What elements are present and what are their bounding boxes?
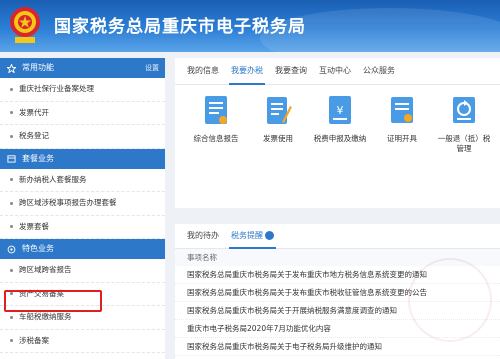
main-tabs: 我的信息 我要办税 我要查询 互动中心 公众服务 [175,58,500,85]
tab-public-service[interactable]: 公众服务 [357,58,401,84]
highlight-annotation [4,290,102,312]
service-label: 证明开具 [387,134,417,143]
sidebar-item-new-taxpayer[interactable]: 新办纳税人套餐服务 [0,169,165,192]
tab-tax-reminder[interactable]: 税务提醒 [225,224,280,249]
bullet-icon [10,178,13,181]
main-service-panel: 我的信息 我要办税 我要查询 互动中心 公众服务 综合信息报告 发票使用 ¥ 税… [175,58,500,208]
site-title: 国家税务总局重庆市电子税务局 [54,17,306,37]
certificate-icon [391,97,413,123]
bullet-icon [10,268,13,272]
service-label: 发票使用 [263,134,293,143]
bullet-icon [10,111,13,114]
site-header: 国家税务总局重庆市电子税务局 [0,0,500,52]
sidebar-item-label: 税务登记 [19,131,49,140]
star-icon [6,63,16,73]
bullet-icon [10,134,13,138]
watermark-stamp [408,258,492,342]
tab-tax-handling[interactable]: 我要办税 [225,58,269,85]
service-certificate[interactable]: 证明开具 [373,94,431,144]
service-invoice-use[interactable]: 发票使用 [249,94,307,144]
sidebar-item-label: 新办纳税人套餐服务 [19,174,87,184]
sidebar-item-tax-filing[interactable]: 涉税备案 [0,330,165,353]
section-title: 套餐业务 [22,153,54,163]
section-title: 常用功能 [22,63,54,72]
tab-label: 税务提醒 [231,231,263,240]
tax-emblem-icon [10,7,40,43]
sidebar-item-invoice-issue[interactable]: 发票代开 [0,102,165,125]
tab-interaction[interactable]: 互动中心 [313,58,357,84]
invoice-pen-icon [267,97,292,124]
bottom-tabs: 我的待办 税务提醒 [175,224,500,249]
sidebar-item-invoice-package[interactable]: 发票套餐 [0,216,165,239]
special-icon [6,244,16,254]
tab-my-info[interactable]: 我的信息 [181,58,225,84]
tab-my-todo[interactable]: 我的待办 [181,224,225,248]
bullet-icon [10,225,13,228]
section-package-services[interactable]: 套餐业务 [0,148,165,169]
document-list-icon [205,96,227,124]
section-special-services[interactable]: 特色业务 [0,239,165,259]
service-label: 综合信息报告 [193,134,239,143]
sidebar-item-label: 发票套餐 [19,221,49,231]
notification-badge [265,231,274,240]
tax-declare-icon: ¥ [329,96,351,124]
service-tax-declare[interactable]: ¥ 税费申报及缴纳 [311,94,369,144]
settings-link[interactable]: 设置 [145,58,159,78]
package-icon [6,154,16,164]
tab-query[interactable]: 我要查询 [269,58,313,84]
sidebar-item-label: 发票代开 [19,107,49,117]
refund-icon [453,97,475,123]
section-title: 特色业务 [22,244,54,253]
service-label: 一般退（抵）税管理 [437,134,491,153]
todo-reminder-panel: 我的待办 税务提醒 事项名称 国家税务总局重庆市税务局关于发布重庆市地方税务信息… [175,224,500,359]
left-sidebar: 常用功能 设置 重庆社保行业备案处理 发票代开 税务登记 套餐业务 新办纳税人套… [0,58,165,359]
sidebar-item-cross-province[interactable]: 跨区域跨省报告 [0,259,165,283]
sidebar-item-label: 跨区域涉税事项报告办理套餐 [19,198,117,207]
sidebar-item-cross-region[interactable]: 跨区域涉税事项报告办理套餐 [0,192,165,216]
sidebar-item-label: 涉税备案 [19,335,49,345]
sidebar-item-tax-registration[interactable]: 税务登记 [0,125,165,149]
bullet-icon [10,339,13,342]
sidebar-item-label: 车船税缴纳服务 [19,312,72,321]
svg-text:¥: ¥ [337,104,344,117]
sidebar-item-social-insurance[interactable]: 重庆社保行业备案处理 [0,78,165,102]
service-refund[interactable]: 一般退（抵）税管理 [435,94,493,154]
bullet-icon [10,315,13,319]
service-grid: 综合信息报告 发票使用 ¥ 税费申报及缴纳 证明开具 一般退（抵）税管理 [175,94,500,194]
bullet-icon [10,87,13,91]
section-common-functions[interactable]: 常用功能 设置 [0,58,165,78]
sidebar-item-label: 重庆社保行业备案处理 [19,84,94,93]
service-label: 税费申报及缴纳 [313,134,367,143]
sidebar-item-label: 跨区域跨省报告 [19,265,72,274]
service-info-report[interactable]: 综合信息报告 [187,94,245,144]
bullet-icon [10,201,13,205]
